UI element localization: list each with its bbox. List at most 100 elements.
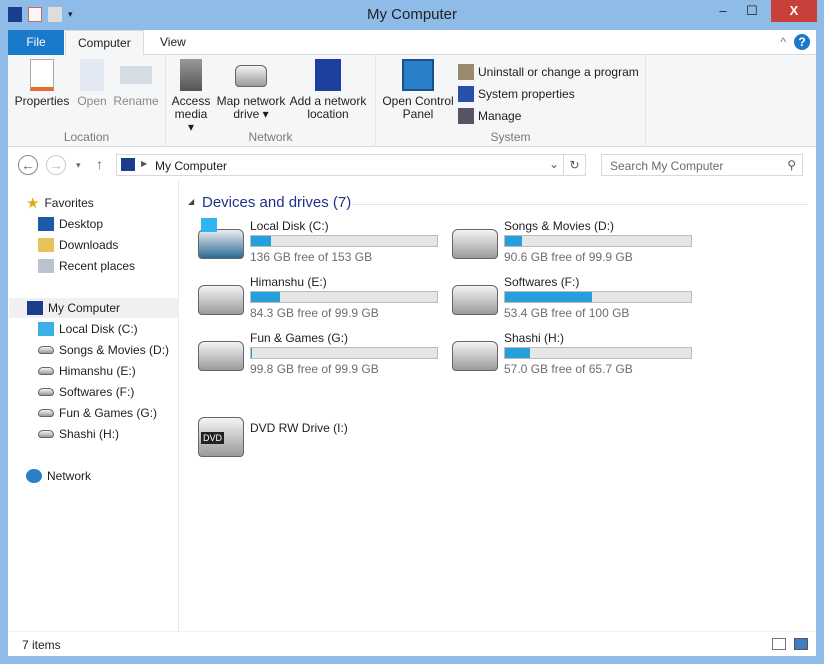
windows-drive-icon	[198, 218, 244, 259]
drive-icon	[38, 346, 54, 354]
drive-tile[interactable]: Himanshu (E:) 84.3 GB free of 99.9 GB	[198, 275, 448, 325]
free-space: 84.3 GB free of 99.9 GB	[250, 306, 379, 320]
explorer-window: File Computer View ^ ? Properties Open R…	[8, 30, 816, 656]
nav-favorites[interactable]: ★ Favorites	[26, 193, 196, 213]
back-button[interactable]: ←	[18, 155, 38, 175]
drive-tile[interactable]: Softwares (F:) 53.4 GB free of 100 GB	[452, 275, 702, 325]
nav-label: Himanshu (E:)	[59, 364, 136, 378]
properties-icon	[30, 59, 54, 91]
address-field[interactable]: ▶ My Computer ⌄ ↻	[116, 154, 586, 176]
access-media-label: Access media ▾	[171, 94, 211, 134]
breadcrumb-chevron-icon: ▶	[141, 159, 148, 168]
nav-my-computer[interactable]: My Computer	[9, 298, 179, 318]
control-panel-label: Open Control Panel	[382, 94, 454, 121]
nav-label: Shashi (H:)	[59, 427, 120, 441]
group-location: Properties Open Rename Location	[8, 55, 166, 147]
usage-bar	[504, 235, 692, 247]
drive-tile[interactable]: Local Disk (C:) 136 GB free of 153 GB	[198, 218, 448, 269]
sys-props-label: System properties	[478, 87, 575, 101]
drive-name: DVD RW Drive (I:)	[250, 421, 348, 435]
help-icon[interactable]: ?	[794, 34, 810, 50]
group-label: Network	[248, 130, 293, 144]
details-view-icon[interactable]	[772, 638, 786, 650]
windows-drive-icon	[38, 322, 54, 336]
properties-button[interactable]: Properties	[14, 59, 70, 108]
nav-label: Softwares (F:)	[59, 385, 135, 399]
group-network: Access media ▾ Map network drive ▾ Add a…	[166, 55, 376, 147]
nav-label: Favorites	[44, 196, 94, 210]
nav-label: Network	[47, 469, 92, 483]
breadcrumb[interactable]: My Computer	[155, 159, 227, 173]
tab-file[interactable]: File	[8, 30, 64, 55]
drive-tile[interactable]: Fun & Games (G:) 99.8 GB free of 99.9 GB	[198, 331, 448, 381]
drive-icon	[38, 367, 54, 375]
recent-locations-chevron-icon[interactable]: ▾	[76, 160, 81, 171]
drive-icon	[38, 430, 54, 438]
content-pane: ◢ Devices and drives (7) Local Disk (C:)…	[180, 181, 816, 631]
tab-computer[interactable]: Computer	[65, 30, 144, 56]
media-icon	[180, 59, 202, 91]
drive-tile[interactable]: Songs & Movies (D:) 90.6 GB free of 99.9 …	[452, 219, 702, 269]
tab-view[interactable]: View	[148, 30, 198, 55]
group-header[interactable]: Devices and drives (7)	[202, 194, 351, 211]
minimize-button[interactable]: –	[709, 0, 737, 22]
free-space: 90.6 GB free of 99.9 GB	[504, 250, 633, 264]
group-label: System	[490, 130, 531, 144]
computer-icon	[121, 158, 135, 171]
free-space: 53.4 GB free of 100 GB	[504, 306, 630, 320]
search-input[interactable]: Search My Computer ⚲	[601, 154, 803, 176]
usage-fill	[505, 292, 592, 302]
manage-label: Manage	[478, 109, 522, 123]
network-icon	[26, 469, 42, 483]
nav-label: Desktop	[59, 217, 104, 231]
ribbon-tabs: File Computer View ^ ?	[8, 30, 816, 56]
usage-fill	[505, 236, 523, 246]
collapse-ribbon-icon[interactable]: ^	[780, 35, 786, 49]
address-bar-row: ← → ▾ ↑ ▶ My Computer ⌄ ↻ Search My Comp…	[8, 151, 816, 181]
large-icons-view-icon[interactable]	[794, 638, 808, 650]
drive-icon	[452, 341, 498, 371]
computer-icon	[27, 301, 43, 315]
usage-fill	[505, 348, 530, 358]
free-space: 136 GB free of 153 GB	[250, 250, 373, 264]
nav-label: My Computer	[48, 301, 121, 315]
open-icon	[80, 59, 104, 91]
programs-icon	[458, 64, 474, 80]
properties-label: Properties	[14, 94, 70, 108]
collapse-group-icon[interactable]: ◢	[188, 197, 194, 206]
close-button[interactable]: X	[771, 0, 817, 22]
network-drive-icon	[235, 65, 267, 87]
window-title: My Computer	[366, 6, 458, 23]
windows-logo-icon	[201, 218, 217, 232]
usage-bar	[504, 347, 692, 359]
drive-name: Shashi (H:)	[504, 331, 565, 345]
dvd-drive-tile[interactable]: DVD DVD RW Drive (I:)	[198, 417, 448, 467]
drive-tile[interactable]: Shashi (H:) 57.0 GB free of 65.7 GB	[452, 331, 702, 381]
rename-button[interactable]: Rename	[112, 59, 160, 108]
rename-icon	[120, 66, 152, 84]
drive-name: Fun & Games (G:)	[250, 331, 349, 345]
map-drive-label: Map network drive ▾	[216, 94, 286, 121]
nav-network[interactable]: Network	[26, 466, 196, 486]
open-button[interactable]: Open	[72, 59, 112, 108]
refresh-icon[interactable]: ↻	[563, 155, 585, 175]
drive-icon	[452, 285, 498, 315]
system-properties-button[interactable]: System properties	[458, 86, 575, 102]
nav-label: Recent places	[59, 259, 136, 273]
search-icon[interactable]: ⚲	[787, 158, 796, 172]
up-button[interactable]: ↑	[96, 156, 103, 172]
nav-label: Fun & Games (G:)	[59, 406, 158, 420]
free-space: 57.0 GB free of 65.7 GB	[504, 362, 633, 376]
drive-name: Local Disk (C:)	[250, 219, 329, 233]
add-network-location-button[interactable]: Add a network location	[288, 59, 368, 121]
control-panel-button[interactable]: Open Control Panel	[380, 59, 456, 121]
address-dropdown-icon[interactable]: ⌄	[549, 157, 559, 171]
ribbon: Properties Open Rename Location Access m…	[8, 55, 816, 147]
maximize-button[interactable]: ☐	[738, 0, 766, 22]
manage-button[interactable]: Manage	[458, 108, 521, 124]
group-system: Open Control Panel Uninstall or change a…	[376, 55, 646, 147]
map-drive-button[interactable]: Map network drive ▾	[214, 59, 288, 121]
uninstall-button[interactable]: Uninstall or change a program	[458, 64, 639, 80]
access-media-button[interactable]: Access media ▾	[170, 59, 212, 134]
forward-button[interactable]: →	[46, 155, 66, 175]
